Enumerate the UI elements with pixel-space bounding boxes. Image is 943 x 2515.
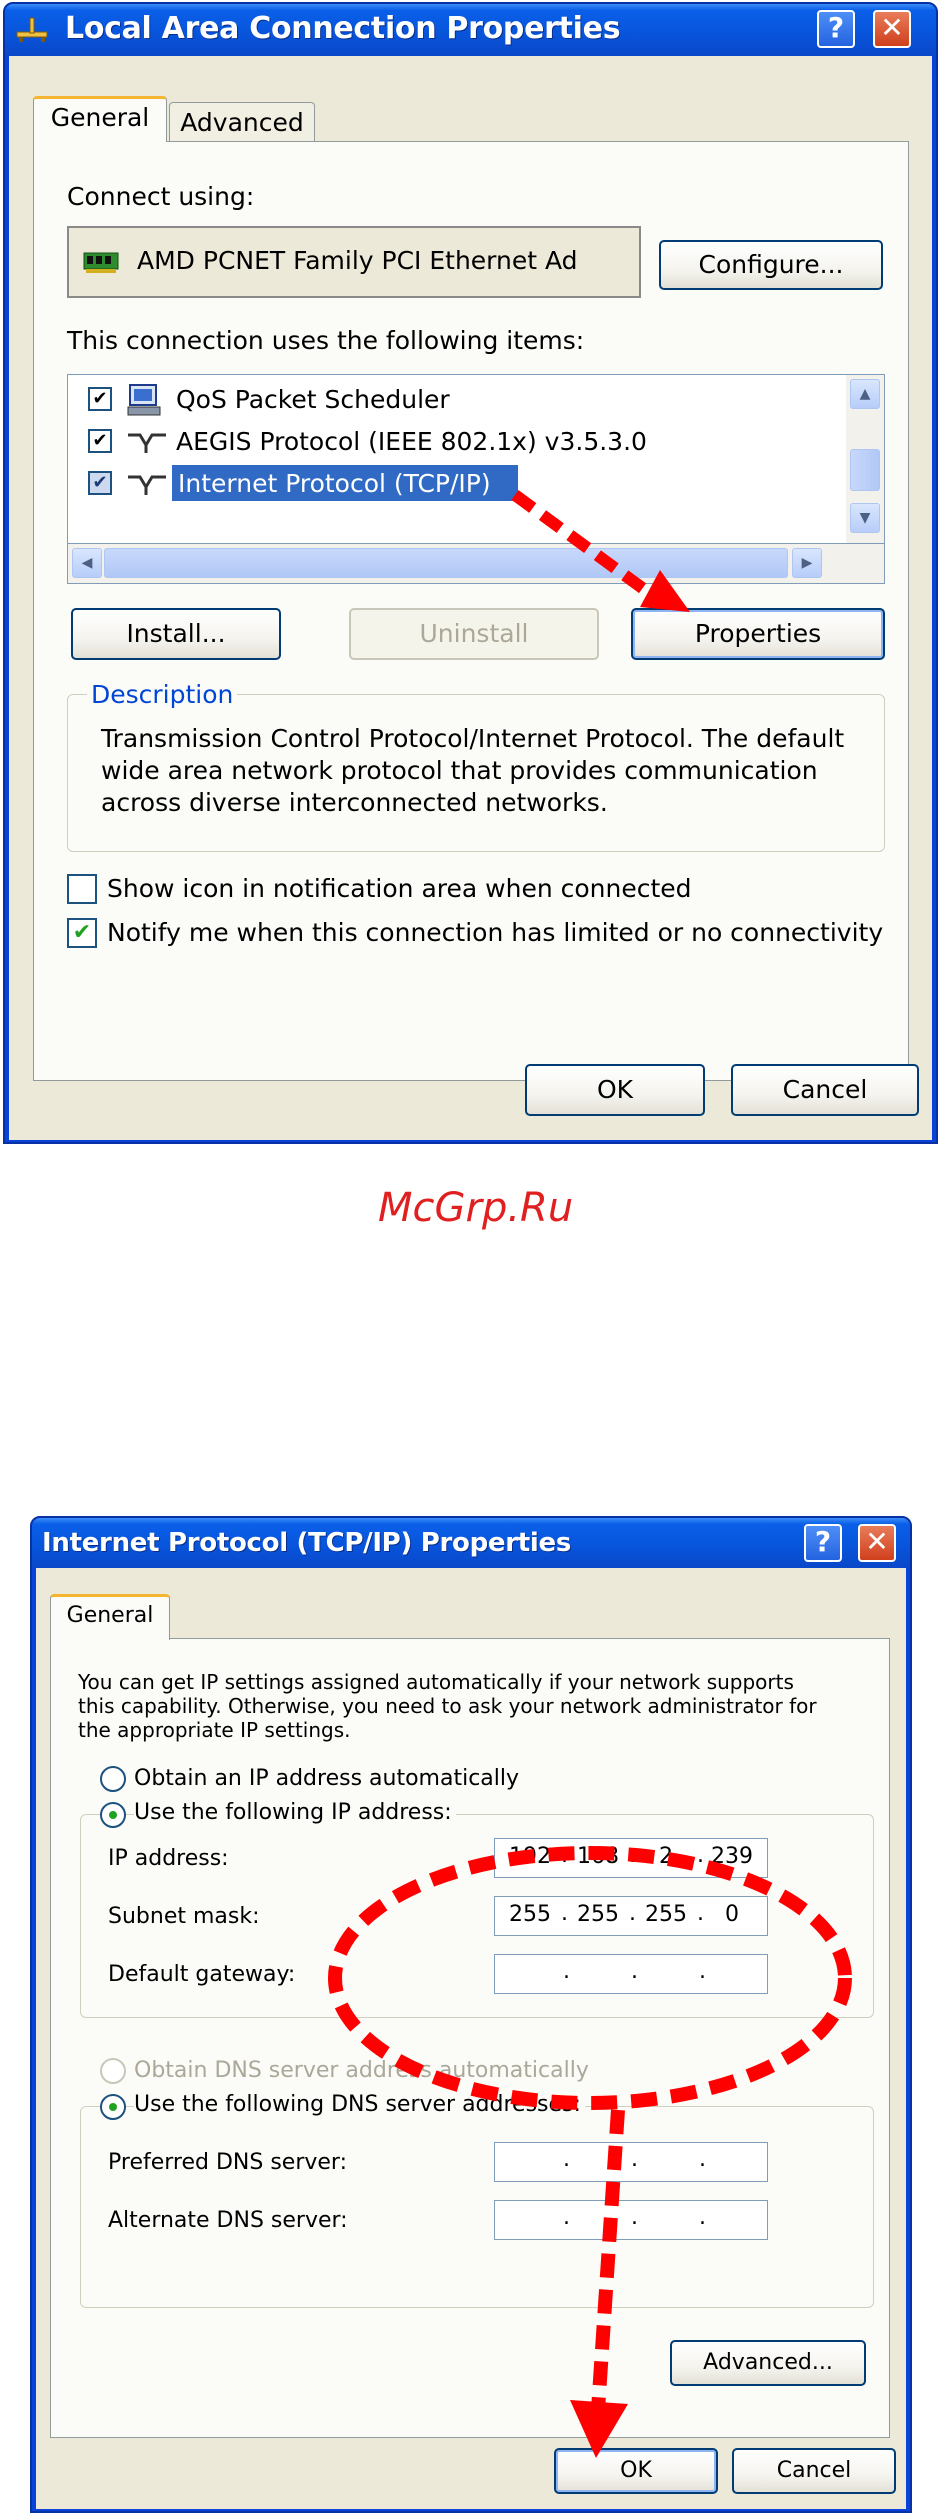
tab-general-label: General: [50, 103, 150, 132]
close-button[interactable]: ✕: [858, 1524, 896, 1562]
intro-text: You can get IP settings assigned automat…: [78, 1670, 794, 1694]
help-button[interactable]: ?: [804, 1524, 842, 1562]
title-bar[interactable]: Internet Protocol (TCP/IP) Properties ? …: [32, 1518, 910, 1568]
annotation-arrow: [511, 490, 690, 612]
annotation-arrow: [570, 2109, 628, 2458]
window-title: Internet Protocol (TCP/IP) Properties: [42, 1528, 572, 1558]
tab-general[interactable]: General: [33, 96, 167, 142]
watermark: McGrp.Ru: [378, 1185, 574, 1231]
tab-general-label: General: [66, 1603, 154, 1628]
tab-general[interactable]: General: [50, 1594, 170, 1640]
